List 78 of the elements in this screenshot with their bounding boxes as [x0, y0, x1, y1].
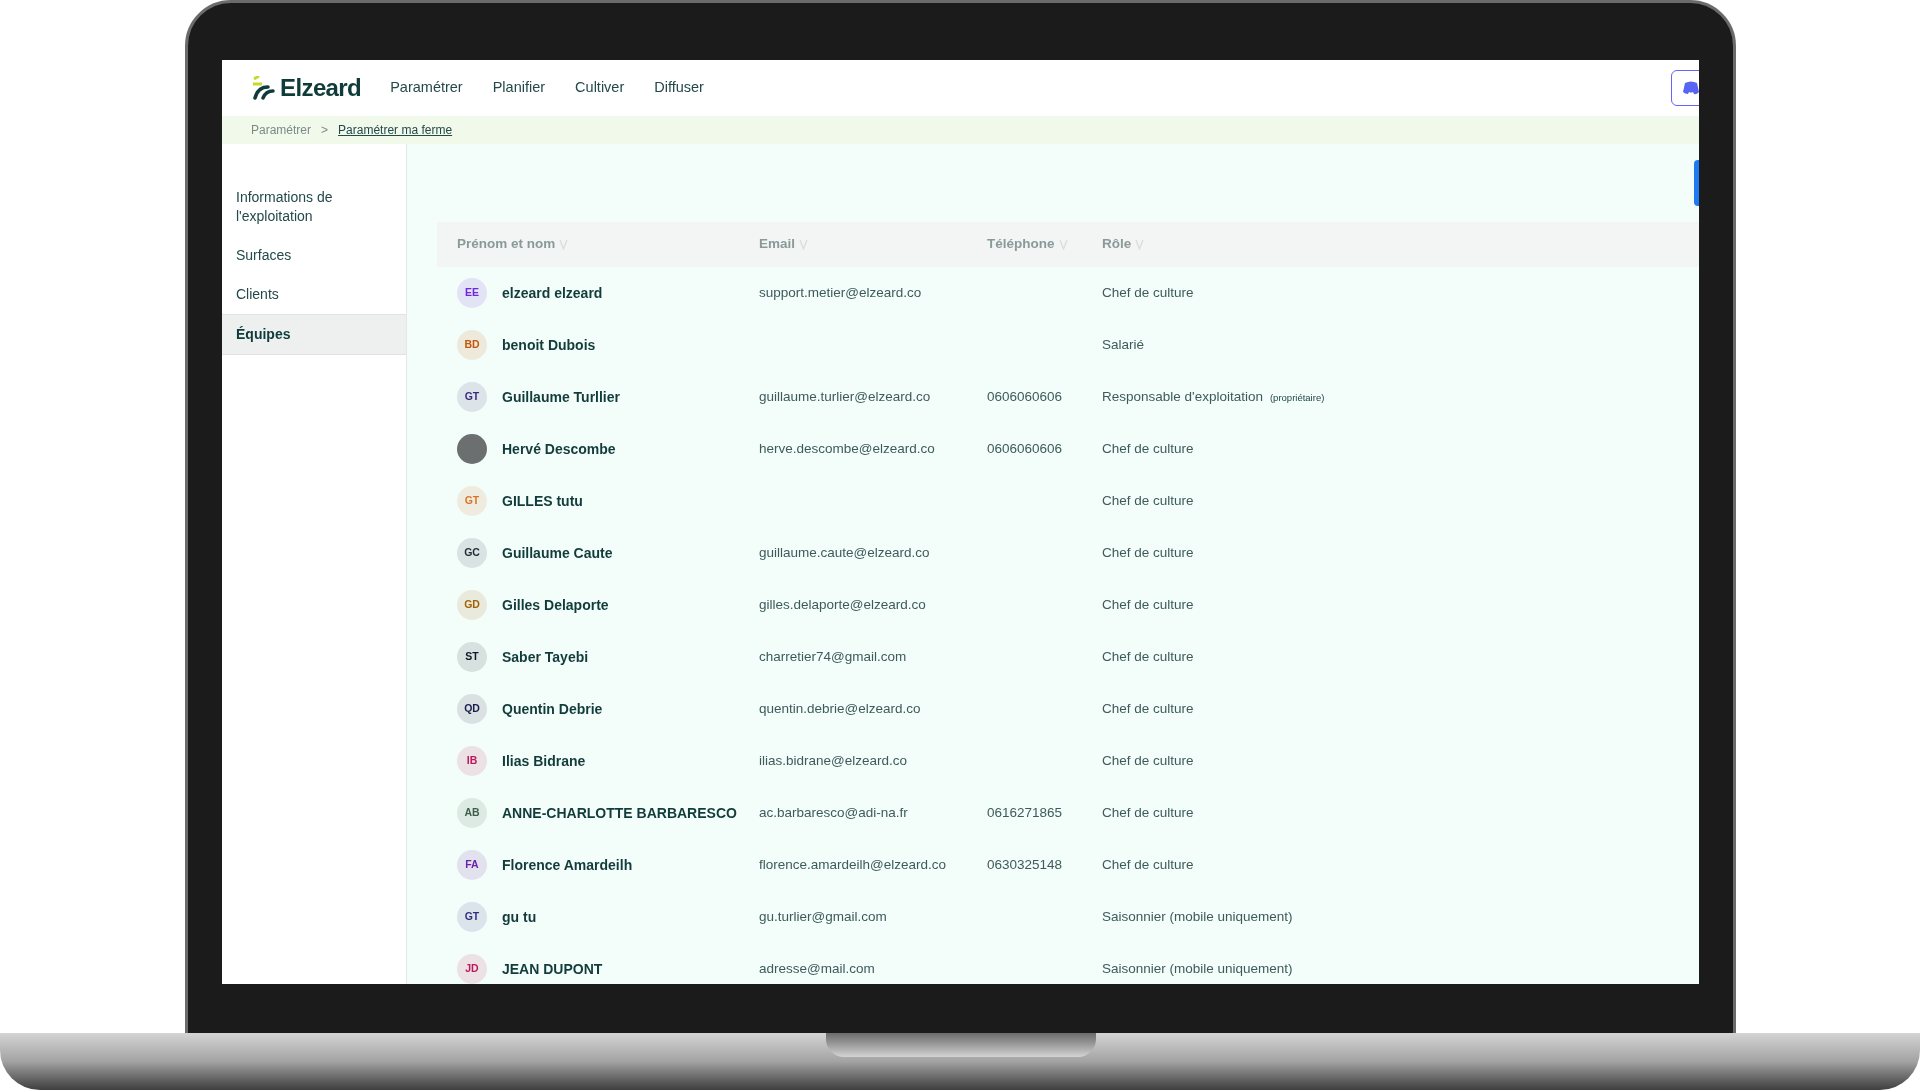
phone-text: 0616271865: [987, 804, 1063, 820]
sort-icon[interactable]: [559, 239, 569, 250]
avatar: JD: [457, 954, 487, 984]
role-text: Chef de culture: [1102, 855, 1194, 874]
avatar: ST: [457, 642, 487, 672]
role-note: (propriétaire): [1269, 390, 1325, 405]
role-text: Chef de culture: [1102, 543, 1194, 562]
sort-icon[interactable]: [1058, 239, 1068, 250]
role-text: Chef de culture: [1102, 283, 1194, 302]
avatar: QD: [457, 694, 487, 724]
member-name: benoit Dubois: [502, 335, 596, 355]
avatar: GD: [457, 590, 487, 620]
breadcrumb-link[interactable]: Paramétrer ma ferme: [338, 121, 453, 139]
breadcrumb-text: >: [321, 122, 329, 139]
role-text: Saisonnier (mobile uniquement): [1102, 959, 1293, 978]
email-text: support.metier@elzeard.co: [759, 284, 922, 300]
role-text: Chef de culture: [1102, 491, 1194, 510]
avatar: FA: [457, 850, 487, 880]
sidebar-item[interactable]: Clients: [222, 275, 406, 314]
member-name: Ilias Bidrane: [502, 751, 586, 771]
avatar: GT: [457, 486, 487, 516]
logo-icon: [251, 76, 277, 100]
member-name: Saber Tayebi: [502, 647, 589, 667]
nav-link[interactable]: Cultiver: [575, 77, 625, 99]
avatar: GC: [457, 538, 487, 568]
role-text: Chef de culture: [1102, 439, 1194, 458]
email-text: quentin.debrie@elzeard.co: [759, 700, 921, 716]
member-name: gu tu: [502, 907, 537, 927]
email-text: ac.barbaresco@adi-na.fr: [759, 804, 908, 820]
avatar: GT: [457, 902, 487, 932]
sort-icon[interactable]: [1135, 239, 1145, 250]
member-name: Gilles Delaporte: [502, 595, 609, 615]
logo-text: Elzeard: [280, 73, 362, 103]
email-text: guillaume.caute@elzeard.co: [759, 544, 930, 560]
nav-link[interactable]: Paramétrer: [390, 77, 463, 99]
email-text: florence.amardeilh@elzeard.co: [759, 856, 947, 872]
email-text: guillaume.turlier@elzeard.co: [759, 388, 931, 404]
member-name: Florence Amardeilh: [502, 855, 633, 875]
sidebar-item[interactable]: Informations de l'exploitation: [222, 178, 406, 236]
breadcrumb-text: Paramétrer: [251, 122, 312, 139]
email-text: adresse@mail.com: [759, 960, 875, 976]
email-text: gilles.delaporte@elzeard.co: [759, 596, 926, 612]
chat-icon: [1682, 81, 1699, 95]
email-text: herve.descombe@elzeard.co: [759, 440, 935, 456]
chat-button[interactable]: [1671, 70, 1699, 106]
role-text: Chef de culture: [1102, 803, 1194, 822]
sidebar-item[interactable]: Surfaces: [222, 236, 406, 275]
email-text: ilias.bidrane@elzeard.co: [759, 752, 908, 768]
role-text: Chef de culture: [1102, 751, 1194, 770]
avatar: IB: [457, 746, 487, 776]
avatar: BD: [457, 330, 487, 360]
member-name: Guillaume Caute: [502, 543, 613, 563]
role-text: Saisonnier (mobile uniquement): [1102, 907, 1293, 926]
phone-text: 0606060606: [987, 440, 1063, 456]
member-name: GILLES tutu: [502, 491, 583, 511]
member-name: ANNE-CHARLOTTE BARBARESCO: [502, 803, 737, 823]
email-text: charretier74@gmail.com: [759, 648, 907, 664]
avatar: GT: [457, 382, 487, 412]
role-text: Chef de culture: [1102, 647, 1194, 666]
email-text: gu.turlier@gmail.com: [759, 908, 887, 924]
avatar: AB: [457, 798, 487, 828]
nav-link[interactable]: Planifier: [492, 77, 546, 99]
member-name: elzeard elzeard: [502, 283, 603, 303]
member-name: Guillaume Turllier: [502, 387, 620, 407]
member-name: Quentin Debrie: [502, 699, 603, 719]
phone-text: 0630325148: [987, 856, 1063, 872]
sort-icon[interactable]: [799, 239, 809, 250]
role-text: Responsable d'exploitation: [1102, 387, 1263, 406]
avatar: EE: [457, 278, 487, 308]
member-name: JEAN DUPONT: [502, 959, 603, 979]
nav-link[interactable]: Diffuser: [654, 77, 704, 99]
photo-placeholder: [457, 434, 487, 464]
role-text: Salarié: [1102, 335, 1145, 354]
member-name: Hervé Descombe: [502, 439, 616, 459]
role-text: Chef de culture: [1102, 699, 1194, 718]
role-text: Chef de culture: [1102, 595, 1194, 614]
sidebar-item[interactable]: Équipes: [222, 314, 406, 355]
phone-text: 0606060606: [987, 388, 1063, 404]
